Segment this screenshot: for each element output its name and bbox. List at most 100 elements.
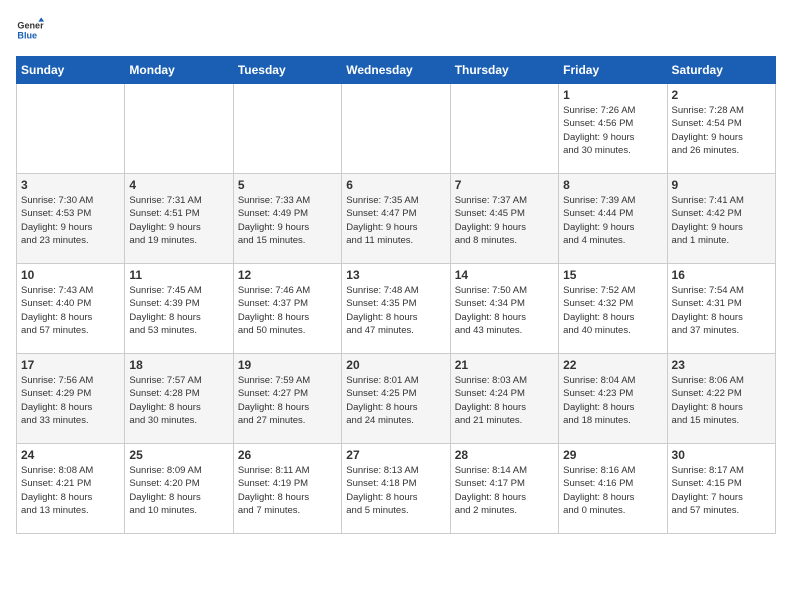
day-header: Tuesday [233, 57, 341, 84]
day-info: Sunrise: 8:09 AM Sunset: 4:20 PM Dayligh… [129, 464, 228, 517]
day-info: Sunrise: 7:43 AM Sunset: 4:40 PM Dayligh… [21, 284, 120, 337]
day-number: 10 [21, 268, 120, 282]
day-header: Wednesday [342, 57, 450, 84]
calendar-day-cell: 28 Sunrise: 8:14 AM Sunset: 4:17 PM Dayli… [450, 444, 558, 534]
calendar-day-cell: 22Sunrise: 8:04 AM Sunset: 4:23 PM Dayli… [559, 354, 667, 444]
day-info: Sunrise: 7:52 AM Sunset: 4:32 PM Dayligh… [563, 284, 662, 337]
day-info: Sunrise: 7:59 AM Sunset: 4:27 PM Dayligh… [238, 374, 337, 427]
calendar-header-row: SundayMondayTuesdayWednesdayThursdayFrid… [17, 57, 776, 84]
day-number: 27 [346, 448, 445, 462]
day-number: 26 [238, 448, 337, 462]
day-info: Sunrise: 8:08 AM Sunset: 4:21 PM Dayligh… [21, 464, 120, 517]
day-number: 15 [563, 268, 662, 282]
day-number: 11 [129, 268, 228, 282]
day-info: Sunrise: 7:30 AM Sunset: 4:53 PM Dayligh… [21, 194, 120, 247]
day-number: 3 [21, 178, 120, 192]
calendar-day-cell: 21 Sunrise: 8:03 AM Sunset: 4:24 PM Dayli… [450, 354, 558, 444]
day-info: Sunrise: 7:56 AM Sunset: 4:29 PM Dayligh… [21, 374, 120, 427]
calendar-day-cell: 3 Sunrise: 7:30 AM Sunset: 4:53 PM Daylig… [17, 174, 125, 264]
day-info: Sunrise: 8:17 AM Sunset: 4:15 PM Dayligh… [672, 464, 771, 517]
calendar-day-cell: 29Sunrise: 8:16 AM Sunset: 4:16 PM Dayli… [559, 444, 667, 534]
day-number: 21 [455, 358, 554, 372]
day-number: 17 [21, 358, 120, 372]
calendar-day-cell: 13 Sunrise: 7:48 AM Sunset: 4:35 PM Dayli… [342, 264, 450, 354]
day-info: Sunrise: 7:50 AM Sunset: 4:34 PM Dayligh… [455, 284, 554, 337]
calendar-day-cell: 26 Sunrise: 8:11 AM Sunset: 4:19 PM Dayli… [233, 444, 341, 534]
calendar-day-cell: 4 Sunrise: 7:31 AM Sunset: 4:51 PM Daylig… [125, 174, 233, 264]
day-number: 2 [672, 88, 771, 102]
calendar-day-cell: 24 Sunrise: 8:08 AM Sunset: 4:21 PM Dayli… [17, 444, 125, 534]
day-header: Monday [125, 57, 233, 84]
day-number: 13 [346, 268, 445, 282]
day-info: Sunrise: 8:06 AM Sunset: 4:22 PM Dayligh… [672, 374, 771, 427]
calendar-day-cell [17, 84, 125, 174]
page-header: General Blue [16, 16, 776, 44]
day-header: Friday [559, 57, 667, 84]
calendar-day-cell: 10 Sunrise: 7:43 AM Sunset: 4:40 PM Dayli… [17, 264, 125, 354]
calendar-day-cell: 23 Sunrise: 8:06 AM Sunset: 4:22 PM Dayli… [667, 354, 775, 444]
day-number: 9 [672, 178, 771, 192]
calendar-day-cell: 30 Sunrise: 8:17 AM Sunset: 4:15 PM Dayli… [667, 444, 775, 534]
day-number: 5 [238, 178, 337, 192]
calendar-day-cell: 16 Sunrise: 7:54 AM Sunset: 4:31 PM Dayli… [667, 264, 775, 354]
day-info: Sunrise: 7:45 AM Sunset: 4:39 PM Dayligh… [129, 284, 228, 337]
day-info: Sunrise: 7:54 AM Sunset: 4:31 PM Dayligh… [672, 284, 771, 337]
day-number: 20 [346, 358, 445, 372]
calendar-day-cell: 18Sunrise: 7:57 AM Sunset: 4:28 PM Dayli… [125, 354, 233, 444]
calendar-day-cell: 6 Sunrise: 7:35 AM Sunset: 4:47 PM Daylig… [342, 174, 450, 264]
calendar-day-cell: 12 Sunrise: 7:46 AM Sunset: 4:37 PM Dayli… [233, 264, 341, 354]
day-number: 23 [672, 358, 771, 372]
calendar-day-cell: 14 Sunrise: 7:50 AM Sunset: 4:34 PM Dayli… [450, 264, 558, 354]
day-info: Sunrise: 7:37 AM Sunset: 4:45 PM Dayligh… [455, 194, 554, 247]
day-header: Thursday [450, 57, 558, 84]
day-info: Sunrise: 8:11 AM Sunset: 4:19 PM Dayligh… [238, 464, 337, 517]
day-info: Sunrise: 7:48 AM Sunset: 4:35 PM Dayligh… [346, 284, 445, 337]
calendar-day-cell [125, 84, 233, 174]
calendar-day-cell: 15 Sunrise: 7:52 AM Sunset: 4:32 PM Dayli… [559, 264, 667, 354]
day-number: 25 [129, 448, 228, 462]
day-number: 22 [563, 358, 662, 372]
calendar-week-row: 17 Sunrise: 7:56 AM Sunset: 4:29 PM Dayli… [17, 354, 776, 444]
day-number: 4 [129, 178, 228, 192]
day-number: 19 [238, 358, 337, 372]
day-info: Sunrise: 8:03 AM Sunset: 4:24 PM Dayligh… [455, 374, 554, 427]
calendar: SundayMondayTuesdayWednesdayThursdayFrid… [16, 56, 776, 534]
day-number: 14 [455, 268, 554, 282]
day-number: 29 [563, 448, 662, 462]
calendar-day-cell: 2Sunrise: 7:28 AM Sunset: 4:54 PM Daylig… [667, 84, 775, 174]
svg-text:General: General [17, 21, 44, 31]
calendar-week-row: 24 Sunrise: 8:08 AM Sunset: 4:21 PM Dayli… [17, 444, 776, 534]
logo-icon: General Blue [16, 16, 44, 44]
day-info: Sunrise: 7:33 AM Sunset: 4:49 PM Dayligh… [238, 194, 337, 247]
day-info: Sunrise: 7:35 AM Sunset: 4:47 PM Dayligh… [346, 194, 445, 247]
day-number: 6 [346, 178, 445, 192]
day-number: 30 [672, 448, 771, 462]
calendar-day-cell: 20Sunrise: 8:01 AM Sunset: 4:25 PM Dayli… [342, 354, 450, 444]
calendar-day-cell: 19 Sunrise: 7:59 AM Sunset: 4:27 PM Dayli… [233, 354, 341, 444]
day-number: 16 [672, 268, 771, 282]
calendar-day-cell: 11 Sunrise: 7:45 AM Sunset: 4:39 PM Dayli… [125, 264, 233, 354]
day-number: 28 [455, 448, 554, 462]
logo: General Blue [16, 16, 48, 44]
calendar-day-cell [342, 84, 450, 174]
calendar-day-cell [450, 84, 558, 174]
day-info: Sunrise: 7:46 AM Sunset: 4:37 PM Dayligh… [238, 284, 337, 337]
day-number: 24 [21, 448, 120, 462]
calendar-day-cell: 8Sunrise: 7:39 AM Sunset: 4:44 PM Daylig… [559, 174, 667, 264]
day-info: Sunrise: 7:31 AM Sunset: 4:51 PM Dayligh… [129, 194, 228, 247]
day-number: 1 [563, 88, 662, 102]
day-info: Sunrise: 7:26 AM Sunset: 4:56 PM Dayligh… [563, 104, 662, 157]
calendar-day-cell: 9Sunrise: 7:41 AM Sunset: 4:42 PM Daylig… [667, 174, 775, 264]
calendar-week-row: 10 Sunrise: 7:43 AM Sunset: 4:40 PM Dayli… [17, 264, 776, 354]
day-header: Saturday [667, 57, 775, 84]
day-number: 8 [563, 178, 662, 192]
calendar-day-cell [233, 84, 341, 174]
calendar-day-cell: 17 Sunrise: 7:56 AM Sunset: 4:29 PM Dayli… [17, 354, 125, 444]
calendar-day-cell: 25 Sunrise: 8:09 AM Sunset: 4:20 PM Dayli… [125, 444, 233, 534]
calendar-day-cell: 5 Sunrise: 7:33 AM Sunset: 4:49 PM Daylig… [233, 174, 341, 264]
calendar-week-row: 3 Sunrise: 7:30 AM Sunset: 4:53 PM Daylig… [17, 174, 776, 264]
day-number: 12 [238, 268, 337, 282]
calendar-day-cell: 7Sunrise: 7:37 AM Sunset: 4:45 PM Daylig… [450, 174, 558, 264]
day-header: Sunday [17, 57, 125, 84]
day-info: Sunrise: 8:14 AM Sunset: 4:17 PM Dayligh… [455, 464, 554, 517]
